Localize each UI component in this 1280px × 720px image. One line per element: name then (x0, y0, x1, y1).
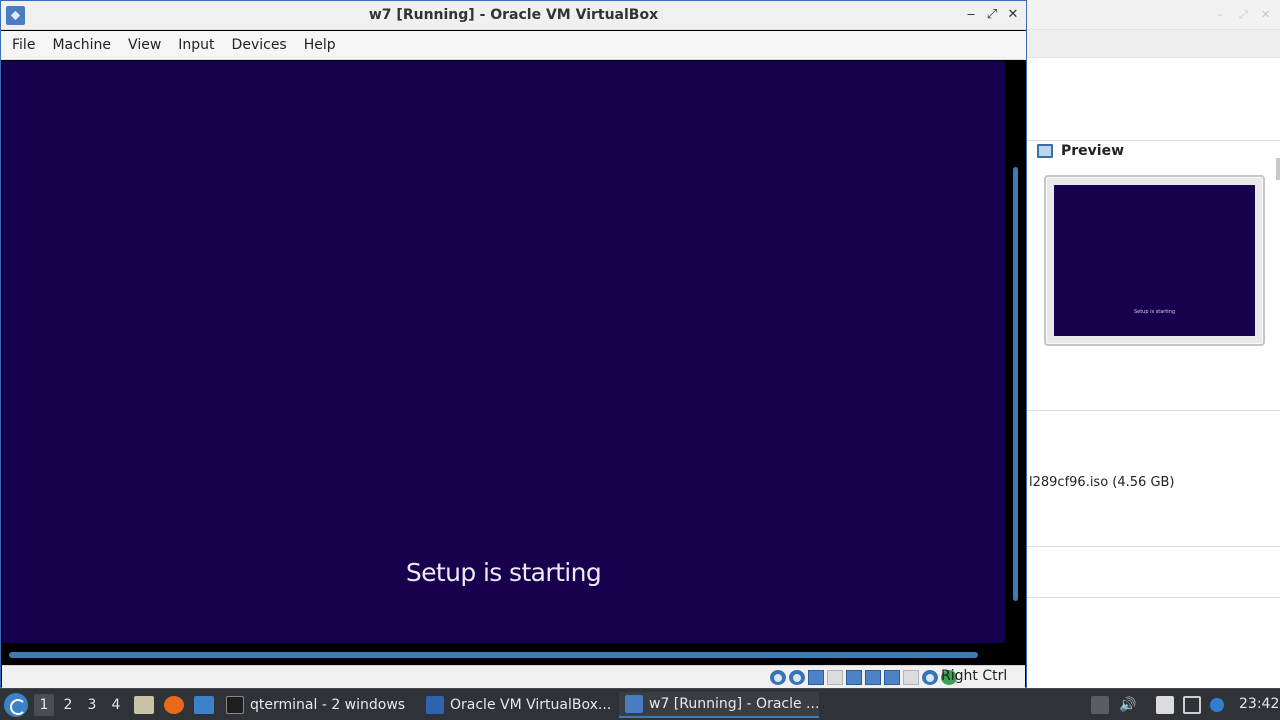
taskbar: 1 2 3 4 qterminal - 2 windows Oracle VM … (0, 688, 1280, 720)
task-virtualbox-manager[interactable]: Oracle VM VirtualBox... (420, 692, 616, 718)
workspace-2[interactable]: 2 (58, 694, 78, 716)
firefox-icon[interactable] (164, 696, 184, 714)
virtualbox-vm-icon (625, 695, 643, 713)
manager-minimize-icon[interactable]: – (1217, 8, 1229, 21)
audio-icon[interactable] (808, 670, 824, 685)
menu-file[interactable]: File (4, 31, 43, 59)
manager-scrollbar[interactable] (1276, 158, 1280, 180)
task-qterminal[interactable]: qterminal - 2 windows (220, 692, 410, 718)
clipboard-icon[interactable] (1156, 696, 1174, 714)
restore-button[interactable]: ⤢ (983, 6, 1001, 24)
menu-devices[interactable]: Devices (224, 31, 295, 59)
hard-disk-icon[interactable] (770, 670, 786, 685)
vm-window: w7 [Running] - Oracle VM VirtualBox ‒ ⤢ … (0, 0, 1027, 688)
storage-iso-label: l289cf96.iso (4.56 GB) (1029, 475, 1175, 490)
manager-titlebar: – ⤢ ✕ (1027, 0, 1280, 30)
minimize-button[interactable]: ‒ (962, 6, 980, 24)
network-tray-icon[interactable] (1183, 696, 1201, 714)
manager-restore-icon[interactable]: ⤢ (1239, 8, 1251, 21)
desktop-icon[interactable] (194, 696, 214, 714)
status-indicators (770, 670, 957, 685)
workspace-3[interactable]: 3 (82, 694, 102, 716)
start-menu-icon[interactable] (4, 693, 28, 717)
manager-divider (1027, 410, 1280, 411)
vm-statusbar: Right Ctrl (2, 665, 1025, 688)
update-notifier-icon[interactable] (1210, 698, 1224, 712)
menu-input[interactable]: Input (170, 31, 222, 59)
task-label: qterminal - 2 windows (250, 697, 406, 713)
task-label: Oracle VM VirtualBox... (450, 697, 612, 713)
vm-preview-screen: Setup is starting (1054, 185, 1255, 336)
manager-divider (1027, 546, 1280, 547)
display-icon[interactable] (884, 670, 900, 685)
preview-title: Preview (1061, 143, 1125, 159)
menu-machine[interactable]: Machine (44, 31, 119, 59)
setup-status-text: Setup is starting (405, 558, 602, 587)
virtualbox-manager-window: – ⤢ ✕ Preview Setup is starting l289cf96… (1027, 0, 1280, 688)
window-title: w7 [Running] - Oracle VM VirtualBox (368, 7, 659, 23)
workspace-4[interactable]: 4 (106, 694, 126, 716)
video-capture-icon[interactable] (903, 670, 919, 685)
volume-icon[interactable]: 🔊 (1119, 696, 1137, 714)
task-label: w7 [Running] - Oracle ... (649, 696, 819, 712)
vertical-scrollbar-thumb[interactable] (1013, 167, 1018, 601)
preview-screen-text: Setup is starting (1133, 309, 1176, 315)
shared-folders-icon[interactable] (865, 670, 881, 685)
network-icon[interactable] (827, 670, 843, 685)
optical-drive-icon[interactable] (789, 670, 805, 685)
usb-icon[interactable] (846, 670, 862, 685)
close-button[interactable]: ✕ (1004, 6, 1022, 24)
tray-up-arrow-icon[interactable] (1091, 696, 1109, 714)
monitor-icon (1037, 144, 1053, 158)
manager-divider (1027, 140, 1280, 141)
preview-section-header[interactable]: Preview (1037, 143, 1124, 159)
horizontal-scrollbar-thumb[interactable] (9, 652, 978, 658)
clock[interactable]: 23:42 (1239, 696, 1279, 712)
file-manager-icon[interactable] (134, 696, 154, 714)
menu-help[interactable]: Help (296, 31, 344, 59)
host-key-label: Right Ctrl (941, 668, 1008, 684)
manager-close-icon[interactable]: ✕ (1261, 8, 1273, 21)
manager-menubar (1027, 30, 1280, 58)
terminal-icon (226, 696, 244, 714)
cpu-icon[interactable] (922, 670, 938, 685)
vm-titlebar[interactable]: w7 [Running] - Oracle VM VirtualBox ‒ ⤢ … (1, 1, 1026, 30)
guest-display[interactable]: Setup is starting (2, 61, 1005, 643)
vm-preview-thumbnail: Setup is starting (1044, 175, 1265, 346)
workspace-1[interactable]: 1 (34, 694, 54, 716)
task-vm-window[interactable]: w7 [Running] - Oracle ... (619, 692, 819, 718)
menubar: File Machine View Input Devices Help (1, 31, 1026, 60)
menu-view[interactable]: View (120, 31, 169, 59)
virtualbox-icon (426, 696, 444, 714)
manager-divider (1027, 597, 1280, 598)
